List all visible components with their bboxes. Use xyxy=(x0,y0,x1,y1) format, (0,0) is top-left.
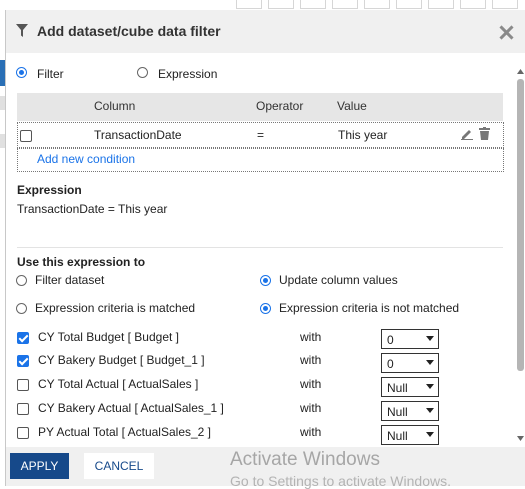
update-column-values-radio[interactable] xyxy=(260,275,271,286)
update-column-checkbox[interactable] xyxy=(17,355,29,367)
background-tool-button xyxy=(332,0,358,9)
with-label: with xyxy=(300,330,322,344)
expression-text: TransactionDate = This year xyxy=(17,202,168,216)
background-tool-button xyxy=(428,0,454,9)
criteria-matched-label: Expression criteria is matched xyxy=(35,301,196,315)
chevron-down-icon xyxy=(426,360,434,365)
update-column-label: PY Actual Total [ ActualSales_2 ] xyxy=(38,425,212,439)
filter-dataset-radio[interactable] xyxy=(16,275,27,286)
update-column-checkbox[interactable] xyxy=(17,332,29,344)
section-divider xyxy=(17,247,503,248)
cancel-button[interactable]: CANCEL xyxy=(84,453,154,479)
with-label: with xyxy=(300,425,322,439)
background-tool-button xyxy=(460,0,486,9)
add-condition-row[interactable]: Add new condition xyxy=(17,148,504,172)
condition-operator: = xyxy=(257,128,265,142)
expression-mode-radio[interactable] xyxy=(137,67,148,78)
update-value-select[interactable]: Null xyxy=(381,401,439,421)
criteria-not-matched-radio[interactable] xyxy=(260,303,271,314)
chevron-down-icon xyxy=(426,384,434,389)
background-tool-button xyxy=(300,0,326,9)
update-column-checkbox[interactable] xyxy=(17,379,29,391)
activate-windows-watermark: Activate Windows xyxy=(230,449,380,470)
activate-windows-subtext: Go to Settings to activate Windows. xyxy=(230,473,451,489)
expression-heading: Expression xyxy=(17,183,82,197)
condition-value: This year xyxy=(338,128,388,142)
with-label: with xyxy=(300,377,322,391)
add-filter-dialog: Add dataset/cube data filter Filter Expr… xyxy=(5,10,525,486)
scroll-down-arrow-icon[interactable] xyxy=(517,436,524,441)
background-tool-button xyxy=(364,0,390,9)
filter-dataset-label: Filter dataset xyxy=(35,273,105,287)
background-toolbar-strip xyxy=(0,0,525,10)
dialog-title-bar: Add dataset/cube data filter xyxy=(6,10,525,53)
background-tool-button xyxy=(492,0,518,9)
dialog-title: Add dataset/cube data filter xyxy=(37,23,221,39)
column-header: Column xyxy=(94,99,136,113)
filter-mode-label: Filter xyxy=(37,67,64,81)
delete-icon[interactable] xyxy=(479,127,490,140)
update-column-checkbox[interactable] xyxy=(17,403,29,415)
background-tool-button xyxy=(236,0,262,9)
update-column-label: CY Bakery Budget [ Budget_1 ] xyxy=(38,353,205,367)
chevron-down-icon xyxy=(426,408,434,413)
criteria-matched-radio[interactable] xyxy=(16,303,27,314)
filter-icon xyxy=(16,24,28,37)
operator-header: Operator xyxy=(256,99,304,113)
update-column-values-label: Update column values xyxy=(279,273,398,287)
value-header: Value xyxy=(337,99,367,113)
background-tool-button xyxy=(268,0,294,9)
update-column-checkbox[interactable] xyxy=(17,427,29,439)
condition-grid-header: Column Operator Value xyxy=(17,93,503,121)
condition-row-checkbox[interactable] xyxy=(20,130,32,142)
use-expression-heading: Use this expression to xyxy=(17,255,146,269)
scroll-up-arrow-icon[interactable] xyxy=(517,69,524,74)
chevron-down-icon xyxy=(426,336,434,341)
update-column-label: CY Total Budget [ Budget ] xyxy=(38,330,179,344)
update-column-label: CY Bakery Actual [ ActualSales_1 ] xyxy=(38,401,224,415)
background-tool-button xyxy=(396,0,422,9)
scrollbar-thumb[interactable] xyxy=(517,79,524,371)
criteria-not-matched-label: Expression criteria is not matched xyxy=(279,301,460,315)
expression-mode-label: Expression xyxy=(158,67,218,81)
edit-icon[interactable] xyxy=(461,128,473,140)
update-value-select[interactable]: Null xyxy=(381,377,439,397)
filter-mode-radio[interactable] xyxy=(16,67,27,78)
update-value-select[interactable]: Null xyxy=(381,425,439,445)
apply-button[interactable]: APPLY xyxy=(10,453,69,479)
condition-row[interactable]: TransactionDate = This year xyxy=(17,122,504,148)
chevron-down-icon xyxy=(426,432,434,437)
with-label: with xyxy=(300,353,322,367)
add-new-condition-link[interactable]: Add new condition xyxy=(37,152,135,166)
with-label: with xyxy=(300,401,322,415)
update-value-select[interactable]: 0 xyxy=(381,353,439,373)
update-column-label: CY Total Actual [ ActualSales ] xyxy=(38,377,199,391)
update-value-select[interactable]: 0 xyxy=(381,329,439,349)
dialog-scrollbar[interactable] xyxy=(516,67,525,443)
condition-column: TransactionDate xyxy=(94,128,182,142)
close-icon[interactable] xyxy=(498,24,514,40)
